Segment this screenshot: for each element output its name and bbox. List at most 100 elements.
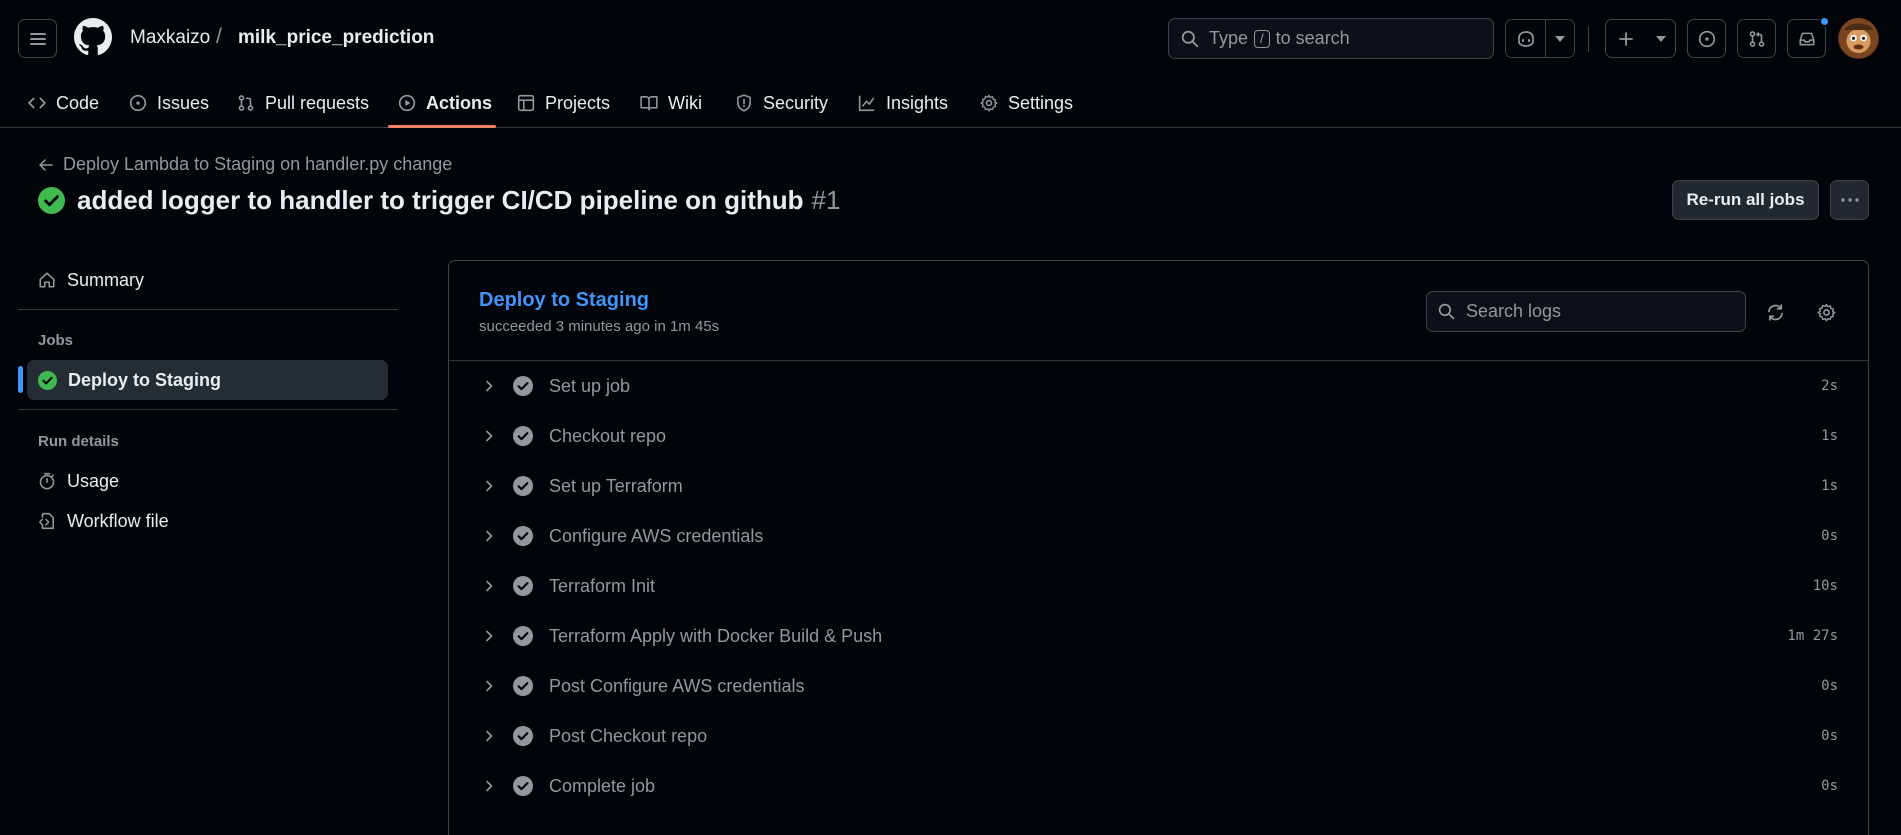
step-duration: 1s (1821, 428, 1838, 444)
check-circle-fill-icon (513, 476, 533, 496)
table-icon (517, 94, 535, 112)
copilot-menu-button[interactable] (1546, 20, 1574, 57)
search-suffix: to search (1275, 28, 1350, 48)
copilot-button[interactable] (1506, 20, 1545, 57)
graph-icon (858, 95, 875, 112)
check-circle-fill-icon (513, 626, 533, 646)
sidebar-item-summary[interactable]: Summary (27, 260, 388, 300)
more-options-button[interactable] (1830, 180, 1869, 220)
tab-label: Projects (545, 92, 611, 113)
step-row[interactable]: Post Checkout repo 0s (449, 711, 1868, 761)
user-avatar[interactable] (1838, 18, 1879, 59)
tab-actions[interactable]: Actions (398, 78, 492, 128)
top-bar: Maxkaizo / milk_price_prediction Type / … (0, 0, 1901, 78)
step-row[interactable]: Configure AWS credentials 0s (449, 511, 1868, 561)
repo-name-link[interactable]: milk_price_prediction (238, 27, 434, 49)
tab-settings[interactable]: Settings (980, 78, 1073, 128)
file-code-icon (38, 512, 54, 530)
pull-request-icon (1749, 30, 1764, 47)
chevron-right-icon (486, 430, 493, 442)
plus-icon (1619, 31, 1633, 46)
step-row[interactable]: Set up Terraform 1s (449, 461, 1868, 511)
chevron-right-icon (486, 580, 493, 592)
stopwatch-icon (39, 472, 55, 490)
step-name: Terraform Apply with Docker Build & Push (549, 626, 883, 646)
check-circle-fill-icon (38, 370, 57, 390)
issue-icon (1698, 30, 1715, 47)
run-title-text: added logger to handler to trigger CI/CD… (77, 185, 804, 215)
pull-requests-button[interactable] (1737, 19, 1776, 58)
tab-pull-requests[interactable]: Pull requests (237, 78, 369, 128)
search-logs-input[interactable]: Search logs (1426, 291, 1746, 332)
menu-button[interactable] (18, 19, 57, 58)
step-name: Set up Terraform (549, 476, 683, 496)
step-name: Set up job (549, 376, 631, 396)
tab-insights[interactable]: Insights (858, 78, 948, 128)
step-row[interactable]: Post Configure AWS credentials 0s (449, 661, 1868, 711)
tab-wiki[interactable]: Wiki (640, 78, 702, 128)
repo-owner-link[interactable]: Maxkaizo (130, 27, 210, 49)
sidebar-item-deploy-to-staging[interactable]: Deploy to Staging (27, 360, 388, 400)
step-name: Post Configure AWS credentials (549, 676, 805, 696)
search-logs-placeholder: Search logs (1466, 301, 1562, 321)
chevron-right-icon (486, 480, 493, 492)
notification-indicator (1819, 16, 1830, 27)
sidebar-item-label: Workflow file (67, 510, 169, 531)
chevron-right-icon (486, 780, 493, 792)
code-icon (28, 97, 46, 109)
gear-icon (1816, 303, 1836, 322)
play-icon (398, 94, 416, 112)
rerun-all-jobs-button[interactable]: Re-run all jobs (1672, 180, 1819, 220)
pull-request-icon (238, 95, 254, 111)
check-circle-fill-icon (513, 376, 533, 396)
issues-button[interactable] (1687, 19, 1726, 58)
tab-code[interactable]: Code (28, 78, 99, 128)
job-header: Deploy to Staging succeeded 3 minutes ag… (449, 261, 1868, 361)
repo-nav-tabs: Code Issues Pull requests Actions Projec… (0, 78, 1901, 128)
step-row[interactable]: Terraform Apply with Docker Build & Push… (449, 611, 1868, 661)
step-row[interactable]: Checkout repo 1s (449, 411, 1868, 461)
caret-down-icon (1555, 35, 1566, 42)
tab-projects[interactable]: Projects (517, 78, 610, 128)
book-icon (640, 96, 658, 111)
tab-issues[interactable]: Issues (129, 78, 209, 128)
jobs-heading: Jobs (38, 332, 74, 349)
sync-icon (1767, 303, 1783, 321)
active-tab-indicator (388, 125, 496, 128)
tab-security[interactable]: Security (735, 78, 828, 128)
create-new-menu-button[interactable] (1646, 20, 1675, 57)
step-row[interactable]: Complete job 0s (449, 761, 1868, 811)
arrow-left-icon (39, 158, 53, 171)
workflow-back-link[interactable]: Deploy Lambda to Staging on handler.py c… (38, 154, 452, 175)
avatar-face-icon (1838, 18, 1879, 59)
breadcrumb-separator: / (216, 25, 222, 48)
global-search-input[interactable]: Type / to search (1168, 18, 1494, 59)
refresh-button[interactable] (1763, 300, 1787, 324)
step-row[interactable]: Terraform Init 10s (449, 561, 1868, 611)
step-name: Configure AWS credentials (549, 526, 764, 546)
step-duration: 0s (1821, 678, 1838, 694)
step-duration: 0s (1821, 728, 1838, 744)
sidebar-divider (18, 409, 398, 410)
inbox-icon (1798, 32, 1815, 45)
step-name: Checkout repo (549, 426, 667, 446)
create-new-button-group (1605, 19, 1676, 58)
search-icon (1438, 303, 1455, 320)
sidebar-item-workflow-file[interactable]: Workflow file (27, 501, 388, 541)
sidebar-item-usage[interactable]: Usage (27, 461, 388, 501)
job-status-text: succeeded 3 minutes ago in 1m 45s (479, 318, 720, 335)
kebab-horizontal-icon (1840, 198, 1859, 202)
create-new-button[interactable] (1606, 20, 1646, 57)
job-name-link[interactable]: Deploy to Staging (479, 289, 649, 312)
header-divider (1588, 26, 1589, 52)
check-circle-fill-icon (513, 526, 533, 546)
shield-icon (737, 94, 751, 112)
log-settings-button[interactable] (1814, 300, 1838, 324)
tab-label: Wiki (668, 92, 702, 113)
run-details-heading: Run details (38, 433, 119, 450)
sidebar-item-label: Summary (67, 269, 145, 290)
github-logo-icon[interactable] (74, 18, 112, 56)
check-circle-fill-icon (513, 676, 533, 696)
workflow-name: Deploy Lambda to Staging on handler.py c… (63, 154, 453, 174)
step-row[interactable]: Set up job 2s (449, 361, 1868, 411)
